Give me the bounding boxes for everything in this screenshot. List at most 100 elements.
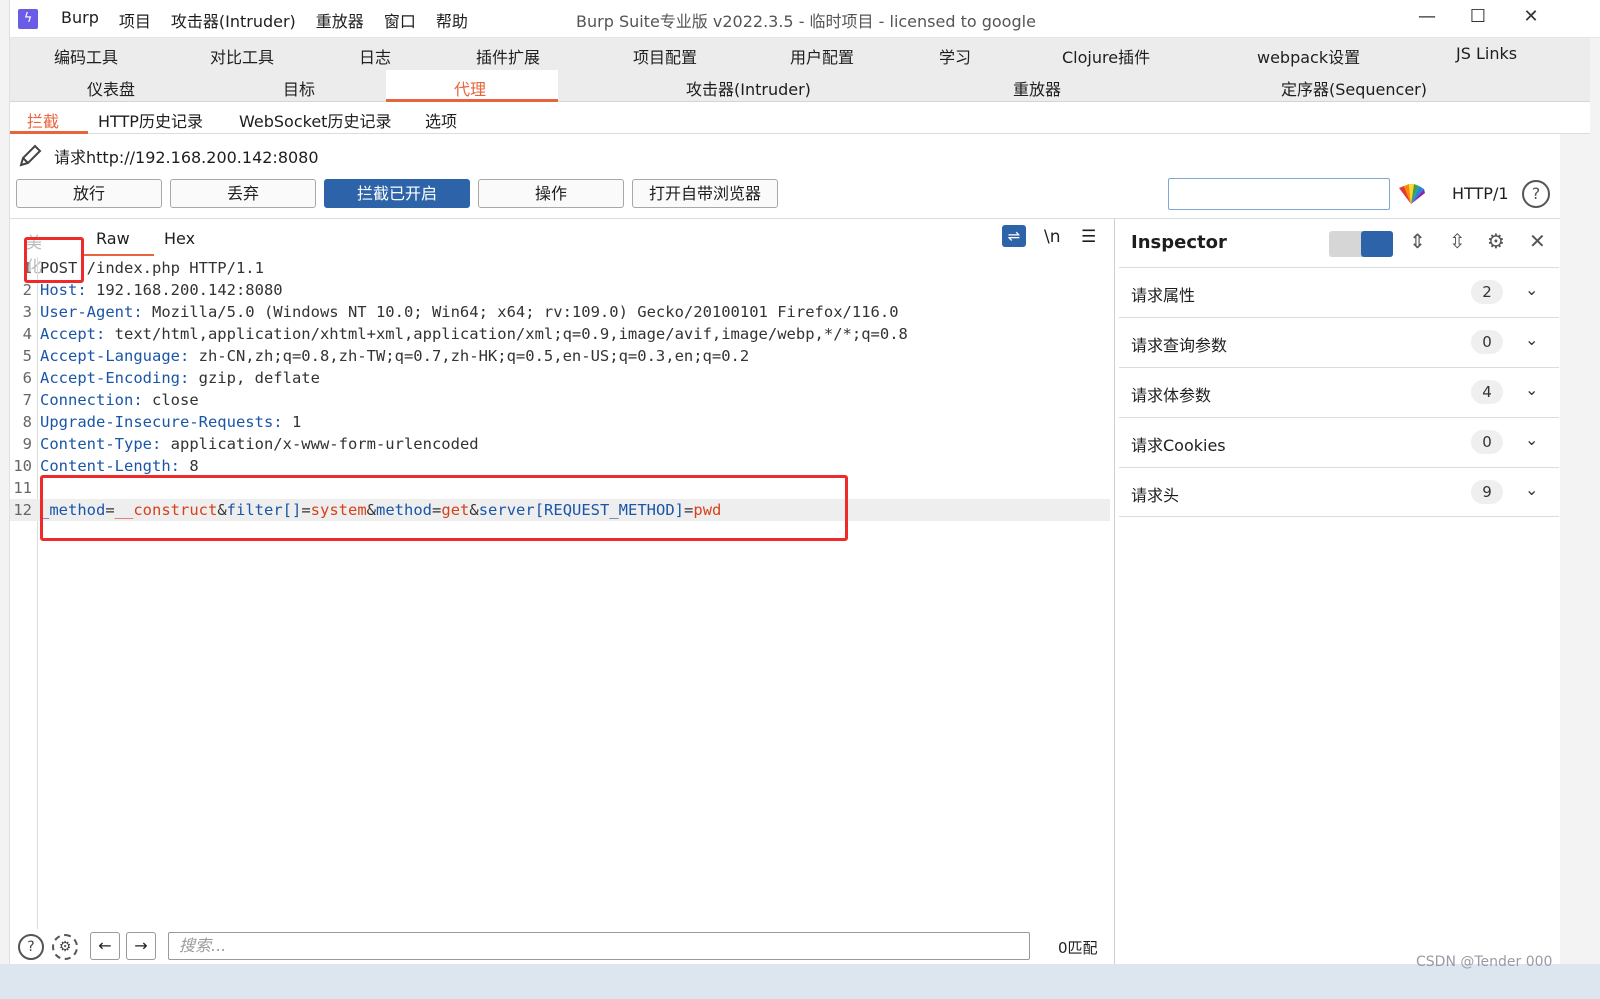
code-line: 8 Upgrade-Insecure-Requests: 1 [10, 411, 1110, 433]
tab-proxy[interactable]: 代理 [454, 76, 486, 100]
chevron-down-icon[interactable]: ⌄ [1525, 380, 1538, 399]
line-content: Accept-Language: zh-CN,zh;q=0.8,zh-TW;q=… [40, 345, 749, 367]
code-line: 10 Content-Length: 8 [10, 455, 1110, 477]
drop-button[interactable]: 丢弃 [170, 179, 316, 208]
section-request-attributes[interactable]: 请求属性 2 ⌄ [1119, 267, 1559, 317]
tab-extender[interactable]: 插件扩展 [476, 44, 540, 68]
tab-js-links[interactable]: JS Links [1456, 44, 1517, 63]
intercept-toggle-button[interactable]: 拦截已开启 [324, 179, 470, 208]
chevron-down-icon[interactable]: ⌄ [1525, 480, 1538, 499]
main-tabs-row-2: 仪表盘 目标 代理 攻击器(Intruder) 重放器 定序器(Sequence… [10, 70, 1590, 102]
line-number: 5 [22, 347, 32, 365]
tab-clojure[interactable]: Clojure插件 [1062, 44, 1150, 68]
intercept-toolbar: 放行 丢弃 拦截已开启 操作 打开自带浏览器 [16, 179, 778, 208]
request-info: 请求http://192.168.200.142:8080 [16, 142, 319, 170]
tab-hex[interactable]: Hex [164, 229, 195, 248]
code-line: 6 Accept-Encoding: gzip, deflate [10, 367, 1110, 389]
forward-button[interactable]: 放行 [16, 179, 162, 208]
tab-dashboard[interactable]: 仪表盘 [87, 76, 135, 100]
tab-learn[interactable]: 学习 [939, 44, 971, 68]
minimize-button[interactable]: — [1404, 6, 1450, 27]
subtab-intercept[interactable]: 拦截 [27, 108, 59, 132]
section-body-params[interactable]: 请求体参数 4 ⌄ [1119, 367, 1559, 417]
section-headers[interactable]: 请求头 9 ⌄ [1119, 467, 1559, 517]
code-line: 7 Connection: close [10, 389, 1110, 411]
tab-intruder[interactable]: 攻击器(Intruder) [686, 76, 811, 100]
menu-project[interactable]: 项目 [116, 8, 154, 32]
word-wrap-icon[interactable]: ⇌ [1002, 225, 1026, 247]
section-count: 0 [1471, 330, 1503, 354]
tab-repeater[interactable]: 重放器 [1013, 76, 1061, 100]
editor-search-bar: ? ⚙ ← → 搜索... 0匹配 [10, 930, 1114, 964]
tab-logger[interactable]: 日志 [359, 44, 391, 68]
menu-window[interactable]: 窗口 [381, 8, 419, 32]
editor-menu-icon[interactable]: ☰ [1081, 227, 1096, 247]
search-input[interactable]: 搜索... [168, 932, 1030, 960]
line-content: Content-Length: 8 [40, 455, 199, 477]
tab-target[interactable]: 目标 [283, 76, 315, 100]
arrow-left-icon[interactable]: ← [90, 932, 120, 960]
line-key: Connection: [40, 391, 143, 409]
line-value: 8 [179, 457, 199, 475]
comment-input[interactable] [1168, 178, 1390, 210]
main-tabs-row-1: 编码工具 对比工具 日志 插件扩展 项目配置 用户配置 学习 Clojure插件… [10, 38, 1590, 70]
line-value: gzip, deflate [189, 369, 320, 387]
match-count: 0匹配 [1058, 939, 1098, 957]
maximize-button[interactable]: ☐ [1455, 6, 1501, 27]
tab-raw[interactable]: Raw [96, 229, 130, 248]
action-button[interactable]: 操作 [478, 179, 624, 208]
layout-toggle[interactable] [1329, 231, 1393, 257]
line-key: User-Agent: [40, 303, 143, 321]
tab-webpack[interactable]: webpack设置 [1257, 44, 1360, 68]
close-icon[interactable]: ✕ [1529, 229, 1546, 253]
line-value: 1 [282, 413, 302, 431]
section-label: 请求查询参数 [1131, 336, 1228, 355]
newline-toggle[interactable]: \n [1044, 227, 1061, 247]
chevron-down-icon[interactable]: ⌄ [1525, 430, 1538, 449]
help-icon[interactable]: ? [1522, 180, 1550, 208]
gear-icon[interactable]: ⚙ [52, 934, 78, 960]
subtab-options[interactable]: 选项 [425, 108, 457, 132]
close-window-button[interactable]: ✕ [1508, 6, 1554, 27]
code-line: 4 Accept: text/html,application/xhtml+xml… [10, 323, 1110, 345]
tab-project-options[interactable]: 项目配置 [633, 44, 697, 68]
line-content: Connection: close [40, 389, 199, 411]
tab-sequencer[interactable]: 定序器(Sequencer) [1281, 76, 1427, 100]
help-icon[interactable]: ? [18, 934, 44, 960]
open-browser-button[interactable]: 打开自带浏览器 [632, 179, 778, 208]
line-key: Accept-Encoding: [40, 369, 190, 387]
menu-help[interactable]: 帮助 [433, 8, 471, 32]
section-count: 0 [1471, 430, 1503, 454]
chevron-down-icon[interactable]: ⌄ [1525, 280, 1538, 299]
title-bar: ϟ Burp 项目 攻击器(Intruder) 重放器 窗口 帮助 Burp S… [10, 0, 1600, 38]
window-title: Burp Suite专业版 v2022.3.5 - 临时项目 - license… [576, 12, 1036, 31]
tab-decoder[interactable]: 编码工具 [54, 44, 118, 68]
section-query-params[interactable]: 请求查询参数 0 ⌄ [1119, 317, 1559, 367]
section-label: 请求头 [1131, 486, 1180, 505]
tab-comparer[interactable]: 对比工具 [210, 44, 274, 68]
right-window-edge [1560, 38, 1600, 964]
line-value: /index.php HTTP/1.1 [77, 259, 264, 277]
proxy-subtabs: 拦截 HTTP历史记录 WebSocket历史记录 选项 [10, 102, 1590, 134]
section-label: 请求属性 [1131, 286, 1196, 305]
code-line: 5 Accept-Language: zh-CN,zh;q=0.8,zh-TW;q… [10, 345, 1110, 367]
arrow-right-icon[interactable]: → [126, 932, 156, 960]
line-content: Accept-Encoding: gzip, deflate [40, 367, 320, 389]
collapse-all-icon[interactable]: ⇳ [1449, 229, 1466, 253]
menu-repeater[interactable]: 重放器 [313, 8, 367, 32]
http-version-label[interactable]: HTTP/1 [1452, 184, 1509, 203]
subtab-websocket-history[interactable]: WebSocket历史记录 [239, 108, 391, 132]
highlight-color-icon[interactable] [1396, 180, 1426, 208]
code-line: 3 User-Agent: Mozilla/5.0 (Windows NT 10.… [10, 301, 1110, 323]
annotation-box-method [24, 237, 84, 283]
chevron-down-icon[interactable]: ⌄ [1525, 330, 1538, 349]
menu-intruder[interactable]: 攻击器(Intruder) [168, 8, 299, 32]
menu-burp[interactable]: Burp [58, 8, 102, 32]
expand-all-icon[interactable]: ⇕ [1409, 229, 1426, 253]
pencil-icon[interactable] [16, 142, 44, 170]
gear-icon[interactable]: ⚙ [1487, 229, 1505, 253]
section-cookies[interactable]: 请求Cookies 0 ⌄ [1119, 417, 1559, 467]
line-content: Content-Type: application/x-www-form-url… [40, 433, 479, 455]
subtab-http-history[interactable]: HTTP历史记录 [98, 108, 203, 132]
tab-user-options[interactable]: 用户配置 [790, 44, 854, 68]
